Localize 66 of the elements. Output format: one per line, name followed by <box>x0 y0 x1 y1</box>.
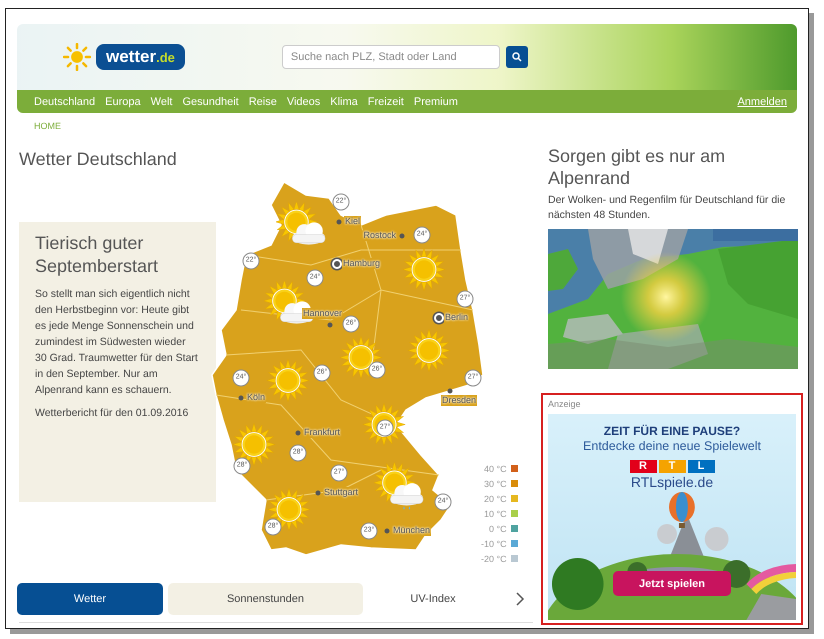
brand-letter: T <box>658 460 686 473</box>
legend-label: 10 °C <box>484 508 507 518</box>
legend-label: 40 °C <box>484 464 507 474</box>
ad-headline: ZEIT FÜR EINE PAUSE? <box>604 424 740 438</box>
nav-link[interactable]: Klima <box>330 96 358 108</box>
sun-icon <box>401 246 447 292</box>
city-label: Hannover <box>302 308 344 319</box>
city-dot-icon <box>448 388 452 394</box>
tab[interactable]: UV-Index <box>368 583 498 615</box>
city-dot-icon <box>328 322 332 328</box>
sun-icon <box>406 328 452 374</box>
sun-icon <box>265 358 311 404</box>
legend-label: -10 °C <box>481 538 507 548</box>
sun-icon <box>63 43 91 71</box>
legend-label: 20 °C <box>484 494 507 504</box>
logo[interactable]: wetter.de <box>96 44 185 70</box>
sun-icon <box>231 422 277 468</box>
page-title: Wetter Deutschland <box>19 148 178 170</box>
story-title: Tierisch guter Septemberstart <box>35 232 160 278</box>
rain-cloud-icon <box>374 462 424 512</box>
city-dot-icon <box>400 234 404 238</box>
login-link[interactable]: Anmelden <box>737 96 787 108</box>
ad-subline: Entdecke deine neue Spielewelt <box>583 439 761 453</box>
nav-link[interactable]: Europa <box>105 96 141 108</box>
chevron-right-icon[interactable] <box>515 592 525 606</box>
city-label: Stuttgart <box>323 487 360 498</box>
ad-label: Anzeige <box>548 399 581 409</box>
city-marker-icon <box>332 259 342 269</box>
play-button[interactable]: Jetzt spielen <box>613 571 731 596</box>
story-text: So stellt man sich eigentlich nicht den Herbstbeginn vor: Heute gibt es jede Menge Sonnenschein und zumindest im Südwesten wieder 30 Grad. Traumwetter für den Start in den September. Nur am Alpenrand kann es schauern. <box>35 287 199 398</box>
tab[interactable]: Wetter <box>17 583 163 615</box>
legend-label: 0 °C <box>489 524 507 534</box>
city-label: Dresden <box>441 395 478 406</box>
nav-link[interactable]: Reise <box>248 96 277 108</box>
nav-link[interactable]: Deutschland <box>34 96 96 108</box>
legend-label: 30 °C <box>484 478 507 488</box>
search-icon <box>512 52 522 62</box>
report-date: Wetterbericht für den 01.09.2016 <box>35 406 190 421</box>
city-dot-icon <box>296 430 300 436</box>
nav-link[interactable]: Gesundheit <box>182 96 239 108</box>
city-marker-icon <box>434 313 444 323</box>
city-dot-icon <box>384 528 390 534</box>
nav-link[interactable]: Welt <box>150 96 172 108</box>
city-dot-icon <box>316 490 320 496</box>
brand-letter: L <box>688 460 714 473</box>
search-button[interactable] <box>506 46 528 68</box>
city-label: Berlin <box>444 312 470 323</box>
city-label: Kiel <box>344 216 362 227</box>
city-label: Hamburg <box>342 258 382 269</box>
feature-title: Sorgen gibt es nur am Alpenrand <box>548 145 726 189</box>
nav-link[interactable]: Freizeit <box>368 96 404 108</box>
legend-label: -20 °C <box>481 554 507 564</box>
breadcrumb-link[interactable]: HOME <box>34 121 61 131</box>
tab[interactable]: Sonnenstunden <box>168 583 363 615</box>
city-label: Rostock <box>362 230 397 241</box>
nav-link[interactable]: Premium <box>414 96 458 108</box>
brand-letter: R <box>630 460 656 473</box>
ad-site: RTLspiele.de <box>630 474 714 490</box>
city-dot-icon <box>238 396 244 400</box>
city-dot-icon <box>336 220 342 224</box>
city-label: Köln <box>246 392 266 403</box>
search-field[interactable]: Suche nach PLZ, Stadt oder Land <box>282 45 500 69</box>
nav-link[interactable]: Videos <box>286 96 320 108</box>
city-label: München <box>392 525 432 536</box>
feature-text: Der Wolken- und Regenfilm für Deutschland für die nächsten 48 Stunden. <box>548 193 786 223</box>
city-label: Frankfurt <box>303 427 342 438</box>
